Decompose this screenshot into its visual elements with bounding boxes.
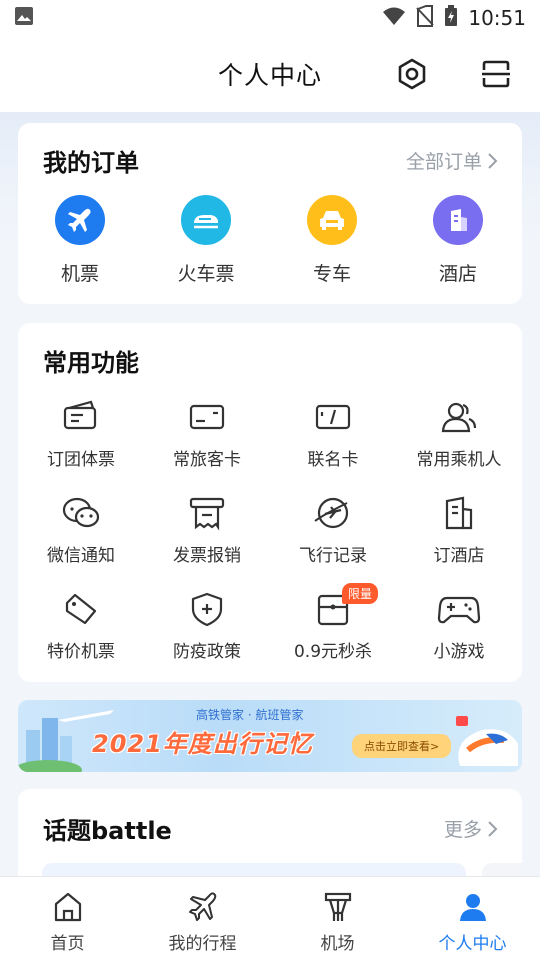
func-label: 订酒店 [433, 546, 485, 566]
plane-icon [55, 195, 105, 245]
banner-cta-button[interactable]: 点击立即查看> [352, 734, 452, 758]
profile-icon [455, 889, 491, 925]
flight-record-icon [311, 493, 355, 533]
nav-airport[interactable]: 机场 [270, 889, 405, 954]
train-icon [181, 195, 231, 245]
gallery-notification-icon [14, 6, 34, 30]
func-label: 0.9元秒杀 [293, 642, 373, 662]
settings-icon[interactable] [394, 56, 430, 92]
functions-card: 常用功能 订团体票 常旅客卡 联名卡 常用乘机人 微信通知 发票报销 飞行记录 … [18, 323, 522, 682]
orders-card: 我的订单 全部订单 机票 火车票 专车 酒店 [18, 123, 522, 304]
order-item-hotel[interactable]: 酒店 [398, 195, 518, 286]
order-item-train[interactable]: 火车票 [146, 195, 266, 286]
func-label: 特价机票 [47, 642, 115, 662]
order-item-car[interactable]: 专车 [272, 195, 392, 286]
hotel-icon [433, 195, 483, 245]
group-ticket-icon [59, 397, 103, 437]
func-label: 微信通知 [47, 546, 115, 566]
chevron-right-icon [488, 820, 498, 837]
func-book-hotel[interactable]: 订酒店 [396, 493, 522, 566]
func-frequent-flyer-card[interactable]: 常旅客卡 [144, 397, 270, 470]
travel-memory-banner[interactable]: 高铁管家 · 航班管家 2021年度出行记忆 点击立即查看> [18, 700, 522, 772]
func-label: 飞行记录 [299, 546, 367, 566]
func-label: 防疫政策 [173, 642, 241, 662]
func-passenger[interactable]: 常用乘机人 [396, 397, 522, 470]
bottom-nav: 首页 我的行程 机场 个人中心 [0, 876, 540, 960]
func-label: 订团体票 [47, 450, 115, 470]
func-label: 常旅客卡 [173, 450, 241, 470]
func-invoice[interactable]: 发票报销 [144, 493, 270, 566]
passenger-icon [437, 397, 481, 437]
book-hotel-icon [437, 493, 481, 533]
nav-profile[interactable]: 个人中心 [405, 889, 540, 954]
status-bar: 10:51 [0, 0, 540, 36]
train-illustration [456, 716, 518, 766]
nav-trips[interactable]: 我的行程 [135, 889, 270, 954]
order-item-flight[interactable]: 机票 [20, 195, 140, 286]
scan-icon[interactable] [478, 56, 514, 92]
chevron-right-icon [488, 152, 498, 169]
topics-more-label: 更多 [443, 819, 482, 841]
order-label-train: 火车票 [177, 263, 235, 285]
func-wechat-notify[interactable]: 微信通知 [18, 493, 144, 566]
topics-title: 话题battle [43, 817, 172, 845]
wechat-icon [59, 493, 103, 533]
airport-icon [320, 889, 356, 925]
all-orders-link[interactable]: 全部订单 [406, 147, 498, 174]
order-label-flight: 机票 [60, 263, 99, 285]
func-label: 小游戏 [433, 642, 485, 662]
frequent-flyer-card-icon [185, 397, 229, 437]
func-co-branded-card[interactable]: 联名卡 [270, 397, 396, 470]
page-title: 个人中心 [217, 61, 322, 90]
car-icon [307, 195, 357, 245]
func-label: 发票报销 [173, 546, 241, 566]
func-flight-record[interactable]: 飞行记录 [270, 493, 396, 566]
nav-label: 个人中心 [438, 934, 507, 954]
no-sim-icon [416, 4, 435, 32]
header: 个人中心 [0, 36, 540, 112]
func-epidemic-policy[interactable]: 防疫政策 [144, 589, 270, 662]
battery-charging-icon [444, 4, 458, 32]
order-label-hotel: 酒店 [438, 263, 477, 285]
func-mini-game[interactable]: 小游戏 [396, 589, 522, 662]
gamepad-icon [437, 589, 481, 629]
limited-badge: 限量 [342, 583, 379, 604]
func-group-ticket[interactable]: 订团体票 [18, 397, 144, 470]
co-branded-card-icon [311, 397, 355, 437]
order-label-car: 专车 [312, 263, 351, 285]
func-flash-sale[interactable]: 限量 0.9元秒杀 [270, 583, 396, 662]
func-discount-ticket[interactable]: 特价机票 [18, 589, 144, 662]
discount-ticket-icon [59, 589, 103, 629]
home-icon [50, 889, 86, 925]
nav-label: 我的行程 [168, 934, 237, 954]
orders-title: 我的订单 [43, 149, 139, 177]
status-time: 10:51 [468, 6, 526, 30]
topics-more-link[interactable]: 更多 [444, 815, 498, 842]
banner-title: 2021年度出行记忆 [92, 730, 313, 758]
nav-label: 首页 [50, 934, 85, 954]
nav-home[interactable]: 首页 [0, 889, 135, 954]
wifi-icon [382, 6, 406, 31]
functions-title: 常用功能 [43, 349, 139, 377]
banner-brand: 高铁管家 · 航班管家 [196, 708, 304, 722]
func-label: 联名卡 [307, 450, 359, 470]
nav-label: 机场 [320, 934, 355, 954]
trip-icon [185, 889, 221, 925]
shield-icon [185, 589, 229, 629]
all-orders-label: 全部订单 [405, 151, 482, 173]
invoice-icon [185, 493, 229, 533]
func-label: 常用乘机人 [416, 450, 502, 470]
